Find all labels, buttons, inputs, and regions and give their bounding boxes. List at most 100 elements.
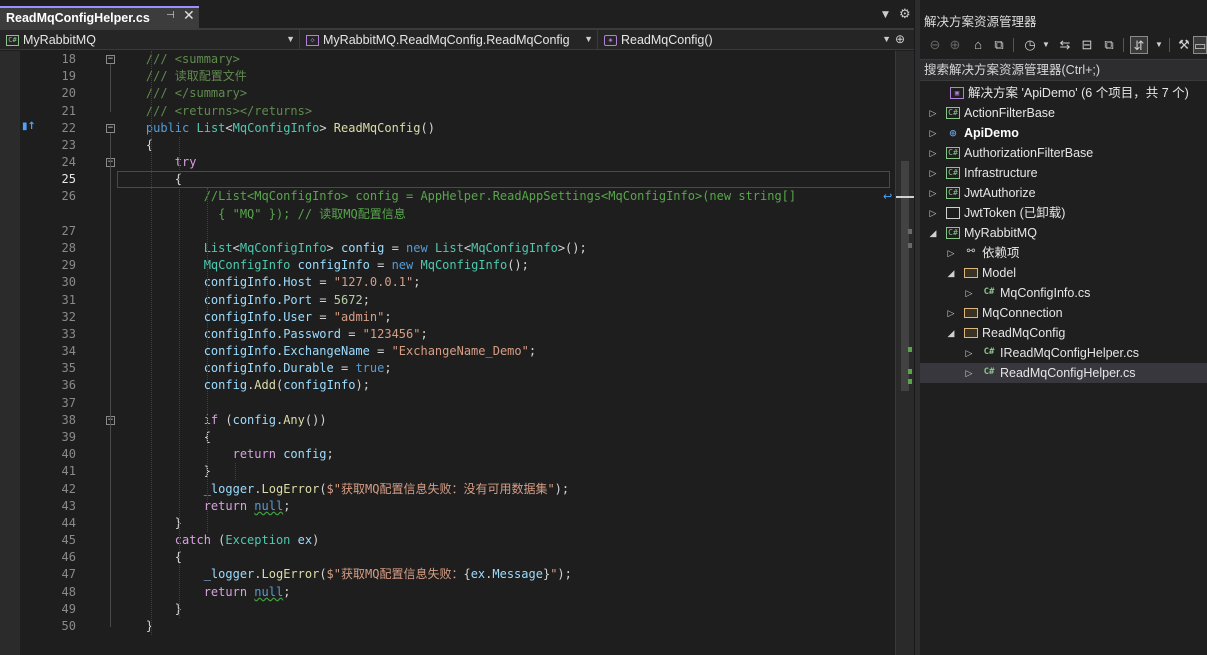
code-text-area[interactable]: 18− /// <summary> 19 /// 读取配置文件 20 /// </s… <box>0 51 895 655</box>
tree-item[interactable]: ◢ Model <box>920 263 1207 283</box>
type-dropdown[interactable]: ◇ MyRabbitMQ.ReadMqConfig.ReadMqConfig ▼ <box>300 30 598 50</box>
code-line[interactable]: 32 configInfo.User = "admin"; <box>0 309 895 326</box>
code-line[interactable]: 44 } <box>0 515 895 532</box>
collapse-arrow-icon[interactable]: ◢ <box>928 223 938 243</box>
expand-arrow-icon[interactable]: ▷ <box>928 143 938 163</box>
code-line[interactable]: 21 /// <returns></returns> <box>0 103 895 120</box>
expand-arrow-icon[interactable]: ▷ <box>964 363 974 383</box>
code-line[interactable]: 30 configInfo.Host = "127.0.0.1"; <box>0 274 895 291</box>
code-line[interactable]: 45 catch (Exception ex) <box>0 532 895 549</box>
code-line[interactable]: 28 List<MqConfigInfo> config = new List<… <box>0 240 895 257</box>
tree-item[interactable]: ◢ ReadMqConfig <box>920 323 1207 343</box>
code-line[interactable]: 18 − /// <summary> <box>0 51 895 68</box>
collapse-arrow-icon[interactable]: ◢ <box>946 323 956 343</box>
code-line[interactable]: 46 { <box>0 549 895 566</box>
forward-icon[interactable]: ⊕ <box>946 36 964 54</box>
expand-arrow-icon[interactable]: ▷ <box>946 243 956 263</box>
code-line[interactable]: 20 /// </summary> <box>0 85 895 102</box>
split-window-icon[interactable]: ⊕ <box>895 32 905 46</box>
code-line[interactable]: 50 } <box>0 618 895 635</box>
code-text: List<MqConfigInfo> config = new List<MqC… <box>203 240 587 255</box>
code-text: /// <returns></returns> <box>145 103 313 118</box>
tree-item[interactable]: ▷ C# IReadMqConfigHelper.cs <box>920 343 1207 363</box>
expand-arrow-icon[interactable]: ▷ <box>946 303 956 323</box>
line-number: 43 <box>61 498 76 513</box>
code-editor[interactable]: ReadMqConfigHelper.cs ⊣ ✕ ▼ ⚙ C# MyRabbi… <box>0 0 915 655</box>
preview-icon[interactable]: ▭ <box>1193 36 1207 54</box>
tree-item[interactable]: ▷ C# AuthorizationFilterBase <box>920 143 1207 163</box>
tree-item[interactable]: ◢ C# MyRabbitMQ <box>920 223 1207 243</box>
tree-item-label: AuthorizationFilterBase <box>964 146 1094 160</box>
home-icon[interactable]: ⌂ <box>969 36 987 54</box>
expand-arrow-icon[interactable]: ▷ <box>928 203 938 223</box>
collapse-arrow-icon[interactable]: ◢ <box>946 263 956 283</box>
code-line[interactable]: 26 //List<MqConfigInfo> config = AppHelp… <box>0 188 895 205</box>
code-line[interactable]: 48 return null; <box>0 584 895 601</box>
code-line[interactable]: 47 _logger.LogError($"获取MQ配置信息失败：{ex.Mes… <box>0 566 895 583</box>
expand-arrow-icon[interactable]: ▷ <box>928 123 938 143</box>
project-dropdown[interactable]: C# MyRabbitMQ ▼ <box>0 30 300 50</box>
collapse-region-icon[interactable]: − <box>106 123 115 133</box>
collapse-region-icon[interactable]: − <box>106 55 115 64</box>
vertical-scrollbar[interactable] <box>895 51 915 655</box>
code-line[interactable]: 49 } <box>0 601 895 618</box>
code-line[interactable]: 31 configInfo.Port = 5672; <box>0 292 895 309</box>
close-icon[interactable]: ✕ <box>183 8 195 24</box>
collapse-all-icon[interactable]: ⊟ <box>1078 36 1096 54</box>
code-line[interactable]: 35 configInfo.Durable = true; <box>0 360 895 377</box>
search-input[interactable]: 搜索解决方案资源管理器(Ctrl+;) <box>920 59 1207 81</box>
code-line[interactable]: 41 } <box>0 463 895 480</box>
expand-arrow-icon[interactable]: ▷ <box>964 283 974 303</box>
tree-item[interactable]: ▷ MqConnection <box>920 303 1207 323</box>
code-line[interactable]: 38− if (config.Any()) <box>0 412 895 429</box>
code-line[interactable]: 23 { <box>0 137 895 154</box>
expand-arrow-icon[interactable]: ▷ <box>928 183 938 203</box>
member-dropdown[interactable]: ◈ ReadMqConfig() ▼ <box>598 30 895 50</box>
code-line[interactable]: 33 configInfo.Password = "123456"; <box>0 326 895 343</box>
back-icon[interactable]: ⊖ <box>926 36 944 54</box>
tree-item[interactable]: ▷ C# MqConfigInfo.cs <box>920 283 1207 303</box>
code-line[interactable]: 43 return null; <box>0 498 895 515</box>
code-line[interactable]: 34 configInfo.ExchangeName = "ExchangeNa… <box>0 343 895 360</box>
expand-arrow-icon[interactable]: ▷ <box>928 103 938 123</box>
tree-item[interactable]: ▣ 解决方案 'ApiDemo' (6 个项目，共 7 个) <box>920 83 1207 103</box>
code-line[interactable]: 39 { <box>0 429 895 446</box>
code-line[interactable]: 19 /// 读取配置文件 <box>0 68 895 85</box>
code-line[interactable]: 27 <box>0 223 895 240</box>
code-line[interactable]: 37 <box>0 395 895 412</box>
tree-item[interactable]: ▷ C# Infrastructure <box>920 163 1207 183</box>
dependencies-icon: ⚯ <box>966 246 976 257</box>
vs-switch-icon[interactable]: ⧉ <box>990 36 1008 54</box>
document-tab[interactable]: ReadMqConfigHelper.cs ⊣ ✕ <box>0 6 199 28</box>
code-line[interactable]: { "MQ" }); // 读取MQ配置信息 <box>0 206 895 223</box>
tree-item[interactable]: ▷ ⚯ 依赖项 <box>920 243 1207 263</box>
code-line[interactable]: 40 return config; <box>0 446 895 463</box>
tree-item-selected[interactable]: ▷ C# ReadMqConfigHelper.cs <box>920 363 1207 383</box>
tree-item[interactable]: ▷ C# JwtAuthorize <box>920 183 1207 203</box>
line-number: 50 <box>61 618 76 633</box>
line-number: 31 <box>61 292 76 307</box>
properties-icon[interactable]: ⚒ <box>1175 36 1193 54</box>
code-line[interactable]: 24− try <box>0 154 895 171</box>
chevron-down-icon[interactable]: ▼ <box>1037 36 1055 54</box>
tab-list-dropdown-icon[interactable]: ▼ <box>882 10 889 20</box>
expand-arrow-icon[interactable]: ▷ <box>964 343 974 363</box>
code-line[interactable]: 42 _logger.LogError($"获取MQ配置信息失败：没有可用数据集… <box>0 481 895 498</box>
code-line[interactable]: 36 config.Add(configInfo); <box>0 377 895 394</box>
codelens-implementation-icon[interactable]: ▮↑ <box>22 121 36 132</box>
code-line[interactable]: 25 { <box>0 171 895 189</box>
code-line[interactable]: ▮↑ 22 − public List<MqConfigInfo> ReadMqCo… <box>0 120 895 137</box>
expand-arrow-icon[interactable]: ▷ <box>928 163 938 183</box>
chevron-down-icon[interactable]: ▼ <box>1150 36 1168 54</box>
gear-icon[interactable]: ⚙ <box>899 7 911 22</box>
tree-item[interactable]: ▷ JwtToken (已卸载) <box>920 203 1207 223</box>
code-line[interactable]: 29 MqConfigInfo configInfo = new MqConfi… <box>0 257 895 274</box>
line-number: 47 <box>61 567 76 582</box>
show-all-files-icon[interactable]: ⧉ <box>1100 36 1118 54</box>
tree-item[interactable]: ▷ C# ActionFilterBase <box>920 103 1207 123</box>
tree-item[interactable]: ▷ ⊕ ApiDemo <box>920 123 1207 143</box>
code-text: configInfo.Port = 5672; <box>203 292 370 307</box>
sync-with-editor-icon[interactable]: ⇵ <box>1130 36 1148 54</box>
pin-icon[interactable]: ⊣ <box>166 10 175 21</box>
sync-icon[interactable]: ⇆ <box>1056 36 1074 54</box>
